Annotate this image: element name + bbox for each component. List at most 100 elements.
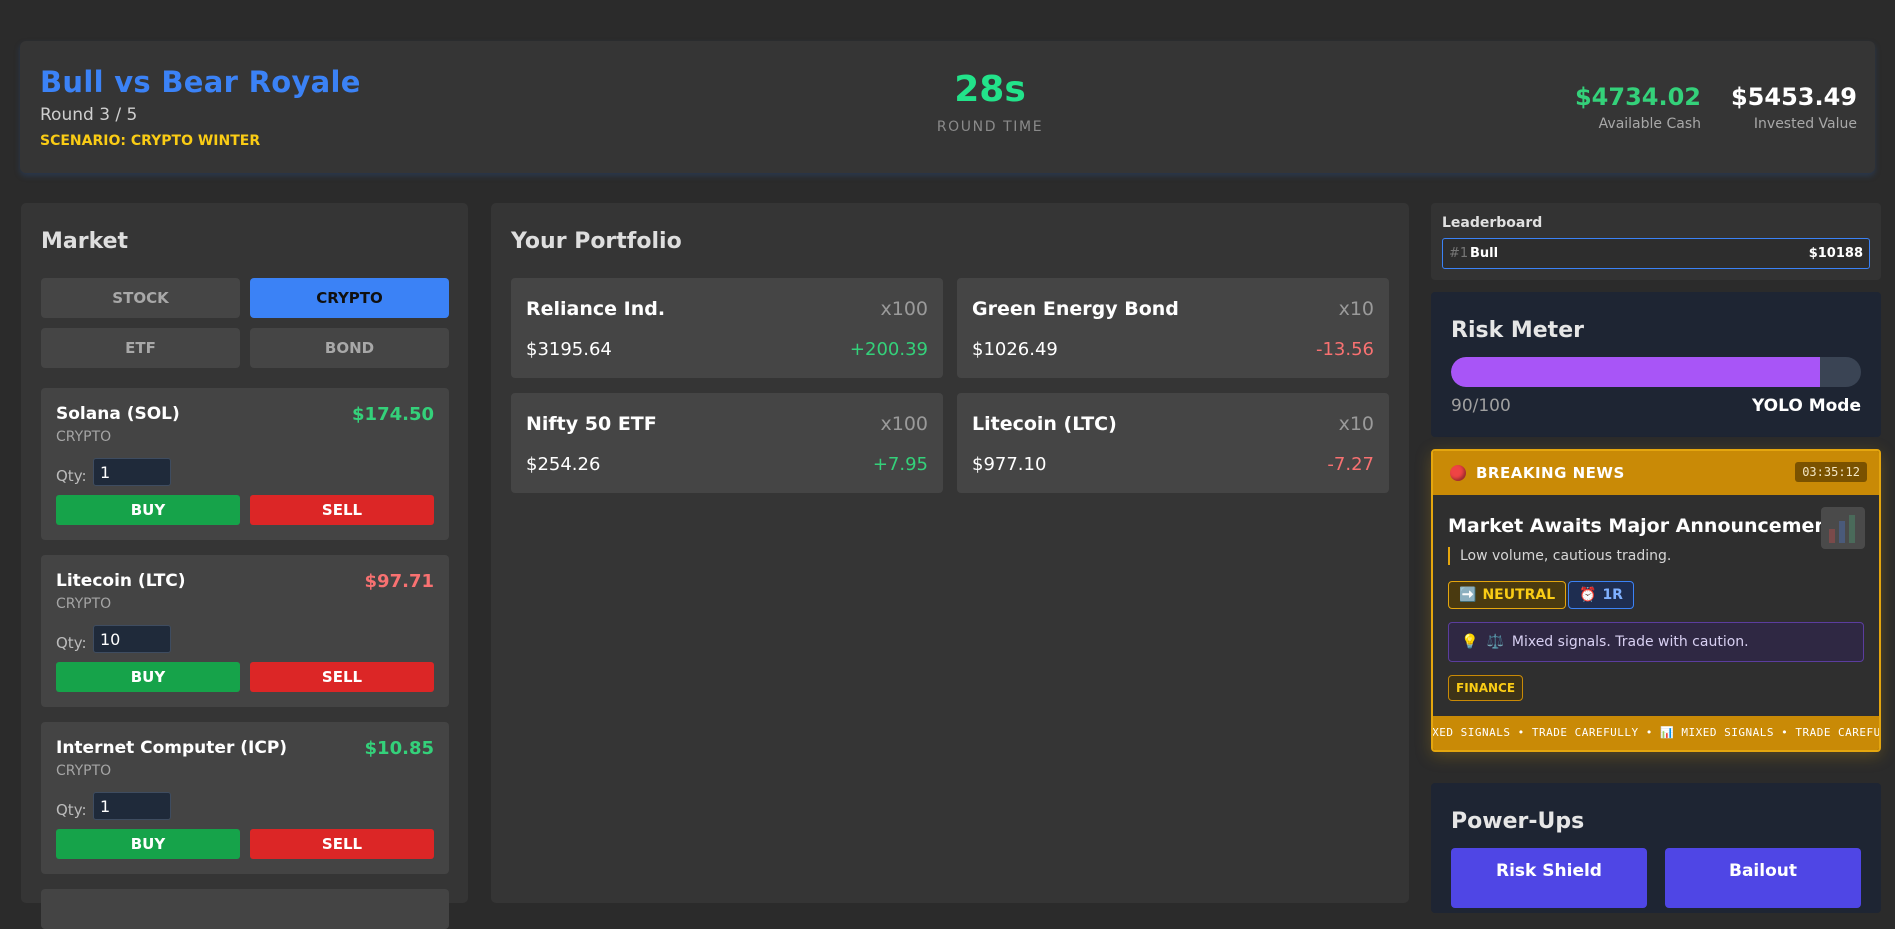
asset-type: CRYPTO (56, 763, 112, 779)
holding-card[interactable]: Nifty 50 ETF x100 $254.26 +7.95 (511, 393, 943, 493)
powerups-title: Power-Ups (1451, 809, 1585, 834)
qty-label: Qty: (56, 467, 87, 485)
risk-meter-fill (1451, 357, 1820, 387)
asset-card-next (41, 889, 449, 929)
type-tab-crypto[interactable]: CRYPTO (250, 278, 449, 318)
market-title: Market (41, 229, 129, 254)
lightbulb-icon: 💡 (1461, 634, 1479, 650)
buy-button[interactable]: BUY (56, 495, 240, 525)
holding-value: $3195.64 (526, 339, 612, 360)
leaderboard-panel: Leaderboard #1 Bull $10188 (1431, 203, 1881, 280)
holding-change: +200.39 (849, 339, 928, 360)
scenario-label: SCENARIO: CRYPTO WINTER (40, 133, 261, 149)
qty-input[interactable] (93, 458, 171, 486)
duration-label: 1R (1602, 587, 1623, 603)
holding-change: +7.95 (872, 454, 928, 475)
news-ticker: IXED SIGNALS • TRADE CAREFULLY • 📊 MIXED… (1433, 716, 1879, 750)
asset-card-sol: Solana (SOL) CRYPTO $174.50 Qty: BUY SEL… (41, 388, 449, 540)
holding-value: $254.26 (526, 454, 601, 475)
risk-meter-title: Risk Meter (1451, 318, 1584, 343)
holding-qty: x10 (1338, 298, 1374, 320)
risk-score: 90/100 (1451, 396, 1511, 416)
round-timer: 28s (954, 69, 1026, 110)
tip-text: Mixed signals. Trade with caution. (1511, 634, 1749, 650)
type-tab-stock[interactable]: STOCK (41, 278, 240, 318)
risk-meter-bar (1451, 357, 1861, 387)
asset-name: Internet Computer (ICP) (56, 738, 288, 758)
holding-name: Nifty 50 ETF (526, 413, 657, 435)
qty-label: Qty: (56, 801, 87, 819)
sell-button[interactable]: SELL (250, 662, 434, 692)
leaderboard-player: Bull (1470, 246, 1499, 261)
asset-card-ltc: Litecoin (LTC) CRYPTO $97.71 Qty: BUY SE… (41, 555, 449, 707)
powerups-panel: Power-Ups Risk Shield Bailout (1431, 783, 1881, 913)
arrow-right-icon: ➡️ (1459, 587, 1477, 603)
market-panel: Market STOCK CRYPTO ETF BOND Solana (SOL… (21, 203, 468, 929)
alarm-clock-icon: ⏰ (1579, 587, 1597, 603)
holding-name: Reliance Ind. (526, 298, 666, 320)
news-label: BREAKING NEWS (1476, 464, 1625, 482)
holding-name: Green Energy Bond (972, 298, 1179, 320)
holding-qty: x10 (1338, 413, 1374, 435)
holding-change: -13.56 (1315, 339, 1374, 360)
portfolio-title: Your Portfolio (511, 229, 682, 254)
game-header: Bull vs Bear Royale Round 3 / 5 SCENARIO… (20, 41, 1875, 173)
holding-card[interactable]: Litecoin (LTC) x10 $977.10 -7.27 (957, 393, 1389, 493)
buy-button[interactable]: BUY (56, 662, 240, 692)
leaderboard-row: #1 Bull $10188 (1442, 238, 1870, 269)
round-timer-label: ROUND TIME (936, 119, 1044, 135)
news-body: Low volume, cautious trading. (1448, 547, 1671, 565)
news-header: BREAKING NEWS 03:35:12 (1433, 451, 1879, 495)
holding-value: $977.10 (972, 454, 1047, 475)
game-title: Bull vs Bear Royale (40, 65, 361, 99)
risk-shield-button[interactable]: Risk Shield (1451, 848, 1647, 908)
holding-name: Litecoin (LTC) (972, 413, 1117, 435)
invested-value-label: Invested Value (1753, 116, 1857, 132)
holding-qty: x100 (880, 413, 928, 435)
asset-price: $174.50 (352, 404, 434, 425)
asset-price: $10.85 (364, 738, 434, 759)
bailout-button[interactable]: Bailout (1665, 848, 1861, 908)
type-tab-bond[interactable]: BOND (250, 328, 449, 368)
news-tip: 💡 ⚖️ Mixed signals. Trade with caution. (1448, 622, 1864, 662)
ticker-text: IXED SIGNALS • TRADE CAREFULLY • 📊 MIXED… (1433, 726, 1879, 739)
sell-button[interactable]: SELL (250, 495, 434, 525)
asset-name: Solana (SOL) (56, 404, 180, 424)
leaderboard-score: $10188 (1808, 246, 1863, 261)
qty-input[interactable] (93, 792, 171, 820)
risk-meter-panel: Risk Meter 90/100 YOLO Mode (1431, 292, 1881, 437)
breaking-news-card: BREAKING NEWS 03:35:12 Market Awaits Maj… (1431, 449, 1881, 752)
news-timestamp: 03:35:12 (1795, 462, 1867, 482)
sell-button[interactable]: SELL (250, 829, 434, 859)
alert-dot-icon (1450, 465, 1466, 481)
duration-tag: ⏰ 1R (1568, 581, 1634, 609)
asset-card-icp: Internet Computer (ICP) CRYPTO $10.85 Qt… (41, 722, 449, 874)
holding-card[interactable]: Reliance Ind. x100 $3195.64 +200.39 (511, 278, 943, 378)
asset-name: Litecoin (LTC) (56, 571, 186, 591)
portfolio-panel: Your Portfolio Reliance Ind. x100 $3195.… (491, 203, 1409, 903)
asset-type: CRYPTO (56, 429, 112, 445)
category-tag: FINANCE (1448, 675, 1524, 701)
sentiment-label: NEUTRAL (1482, 587, 1556, 603)
holding-change: -7.27 (1327, 454, 1374, 475)
buy-button[interactable]: BUY (56, 829, 240, 859)
leaderboard-title: Leaderboard (1442, 215, 1543, 231)
sentiment-tag: ➡️ NEUTRAL (1448, 581, 1567, 609)
qty-label: Qty: (56, 634, 87, 652)
asset-type: CRYPTO (56, 596, 112, 612)
chart-thumbnail-icon (1821, 507, 1865, 549)
available-cash-value: $4734.02 (1574, 83, 1701, 111)
holding-value: $1026.49 (972, 339, 1058, 360)
holding-card[interactable]: Green Energy Bond x10 $1026.49 -13.56 (957, 278, 1389, 378)
qty-input[interactable] (93, 625, 171, 653)
scales-icon: ⚖️ (1486, 634, 1504, 650)
asset-price: $97.71 (364, 571, 434, 592)
holding-qty: x100 (880, 298, 928, 320)
round-indicator: Round 3 / 5 (40, 105, 138, 125)
news-headline: Market Awaits Major Announcement (1448, 515, 1837, 537)
invested-value: $5453.49 (1730, 83, 1857, 111)
leaderboard-rank: #1 (1449, 246, 1469, 261)
available-cash-label: Available Cash (1598, 116, 1701, 132)
type-tab-etf[interactable]: ETF (41, 328, 240, 368)
risk-mode: YOLO Mode (1751, 396, 1861, 416)
